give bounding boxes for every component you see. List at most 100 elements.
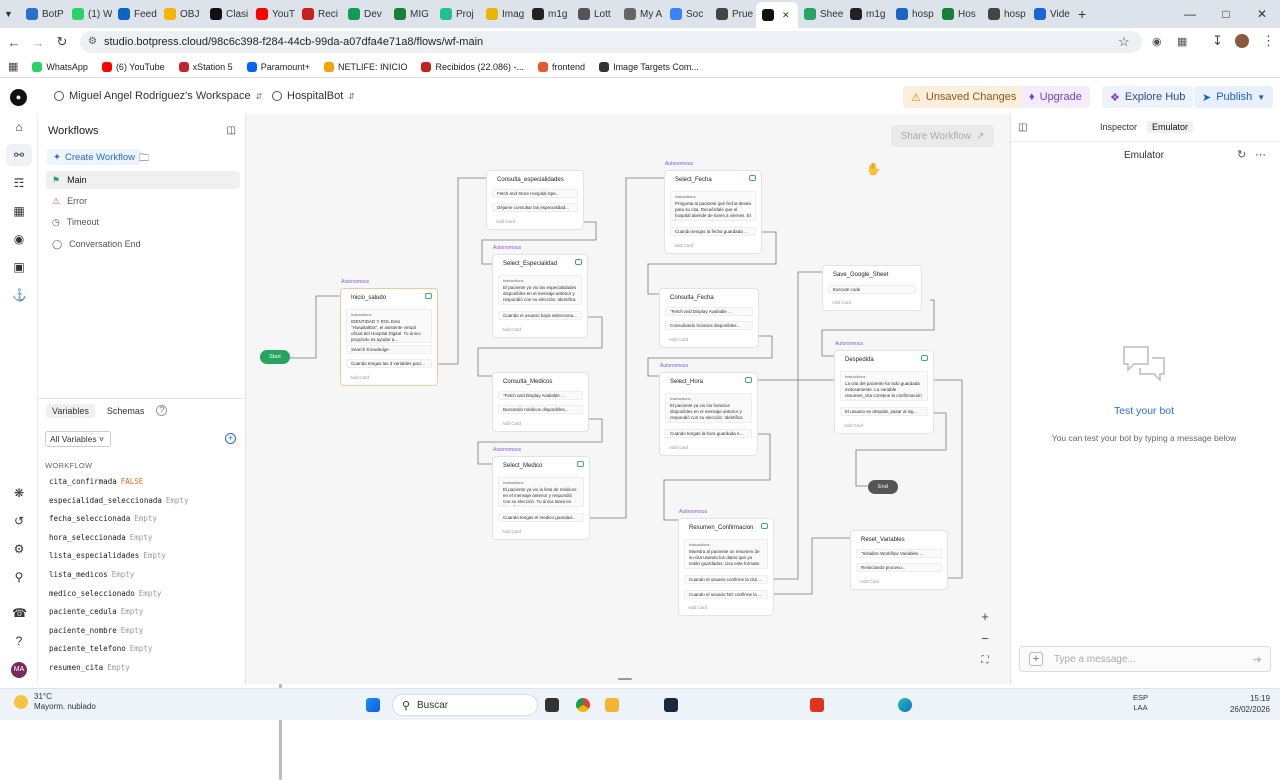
add-card-link[interactable]: Add Card — [502, 529, 521, 534]
browser-tab[interactable]: Dev — [342, 3, 388, 25]
variable-row[interactable]: lista_especialidades Empty — [49, 551, 166, 560]
browser-tab[interactable]: Shee — [798, 3, 844, 25]
browser-tab[interactable]: Hos — [936, 3, 982, 25]
task-view-icon[interactable] — [545, 698, 559, 712]
chrome-icon[interactable] — [576, 698, 590, 712]
browser-tab[interactable]: Prue — [710, 3, 756, 25]
node-card[interactable]: Fetch and Store Hospital Spe... — [492, 189, 578, 198]
node-card[interactable]: Déjame consultar las especialidad... — [492, 203, 578, 212]
add-card-link[interactable]: Add Card — [669, 337, 688, 342]
bot-integrations-icon[interactable]: ▣ — [12, 260, 26, 274]
add-card-link[interactable]: Add Card — [502, 421, 521, 426]
node-card[interactable]: Cuando tengas la fecha guardada ... — [670, 227, 756, 236]
flows-icon[interactable]: ⚯ — [6, 144, 32, 166]
browser-tab[interactable]: ✕ — [756, 2, 798, 28]
bookmark-item[interactable]: Recibidos (22.086) -... — [421, 61, 524, 72]
browser-tab[interactable]: m1g — [844, 3, 890, 25]
close-tab-icon[interactable]: ✕ — [782, 10, 790, 21]
anchor-icon[interactable]: ⚓ — [12, 288, 27, 302]
support-icon[interactable]: ☎ — [12, 606, 27, 620]
end-node[interactable]: End — [868, 480, 898, 494]
explore-hub-button[interactable]: ❖ Explore Hub — [1102, 86, 1194, 108]
bookmark-item[interactable]: (6) YouTube — [101, 61, 165, 72]
canvas-scrollbar[interactable] — [618, 678, 632, 680]
windows-start-icon[interactable] — [366, 698, 380, 712]
reload-icon[interactable]: ↻ — [50, 34, 74, 50]
browser-tab[interactable]: OBJ — [158, 3, 204, 25]
bookmark-star-icon[interactable]: ☆ — [1118, 34, 1130, 50]
browser-tab[interactable]: Imag — [480, 3, 526, 25]
browser-tab[interactable]: Vide — [1028, 3, 1074, 25]
node-reset-variables[interactable]: Reset_Variables "Initialize Workflow Var… — [850, 530, 948, 590]
send-arrow-icon[interactable]: ➜ — [1253, 653, 1262, 666]
variable-row[interactable]: resumen_cita Empty — [49, 663, 130, 672]
url-field[interactable]: ⚙ studio.botpress.cloud/98c6c398-f284-44… — [80, 31, 1142, 53]
node-card[interactable]: "Fetch and Display Available ... — [665, 307, 753, 316]
browser-tab[interactable]: hosp — [982, 3, 1028, 25]
new-folder-icon[interactable]: 🗀 — [139, 151, 149, 168]
node-card[interactable]: El usuario se despide, pasar al sig... — [840, 407, 928, 416]
zoom-in-button[interactable]: + — [976, 608, 994, 626]
node-card[interactable]: Cuando el usuario haya selecciona... — [498, 311, 582, 320]
help-icon[interactable]: ? — [156, 405, 168, 416]
browser-tab[interactable]: Lott — [572, 3, 618, 25]
apps-grid-icon[interactable]: ▦ — [8, 60, 18, 73]
bookmark-item[interactable]: NETLIFE: INICIO — [323, 61, 407, 72]
workflow-item-error[interactable]: ⚠ Error — [46, 192, 240, 210]
edge-icon[interactable] — [898, 698, 912, 712]
tab-search-icon[interactable]: ▼ — [4, 9, 20, 19]
node-save-google-sheet[interactable]: Save_Google_Sheet Execute code Add Card — [822, 265, 922, 311]
taskbar-search[interactable]: ⚲ Buscar — [392, 694, 538, 716]
minimize-icon[interactable]: — — [1172, 7, 1208, 21]
instructions-card[interactable]: Instructions El paciente ya vio las espec… — [498, 275, 582, 305]
variable-row[interactable]: cita_confirmada FALSE — [49, 477, 143, 486]
node-select-fecha[interactable]: Autonomous Select_Fecha Instructions Preg… — [664, 161, 762, 254]
extensions-icon[interactable]: ▦ — [1177, 35, 1187, 48]
panel-toggle-icon[interactable]: ◫ — [1018, 122, 1027, 133]
node-card[interactable]: Search Knowledge — [346, 345, 432, 354]
tab-emulator[interactable]: Emulator — [1147, 121, 1194, 133]
close-window-icon[interactable]: ✕ — [1244, 7, 1280, 21]
hub-icon[interactable]: ❋ — [12, 486, 26, 500]
workflow-item-main[interactable]: ⚑ Main — [46, 171, 240, 189]
app-icon[interactable] — [664, 698, 678, 712]
instructions-card[interactable]: Instructions Pregunta al paciente qué fec… — [670, 191, 756, 221]
instructions-card[interactable]: Instructions Muestra al paciente un resum… — [684, 539, 768, 569]
user-avatar[interactable]: MA — [11, 662, 27, 678]
settings-gear-icon[interactable]: ⚙ — [12, 542, 26, 556]
browser-tab[interactable]: (1) W — [66, 3, 112, 25]
tab-inspector[interactable]: Inspector — [1095, 121, 1142, 133]
node-card[interactable]: Consultando horarios disponibles... — [665, 321, 753, 330]
node-select-hora[interactable]: Autonomous Select_Hora Instructions El pa… — [659, 363, 758, 456]
add-card-link[interactable]: Add Card — [350, 375, 369, 380]
more-options-icon[interactable]: ⋯ — [1255, 148, 1266, 161]
add-card-link[interactable]: Add Card — [669, 445, 688, 450]
instructions-card[interactable]: Instructions El paciente ya vio los horar… — [665, 393, 752, 423]
agents-icon[interactable]: ◉ — [12, 232, 26, 246]
add-variable-icon[interactable]: + — [225, 433, 236, 444]
share-workflow-button[interactable]: Share Workflow ↗ — [891, 125, 994, 147]
node-resumen-confirmacion[interactable]: Autonomous Resumen_Confirmacion Instruct… — [678, 509, 774, 616]
browser-tab[interactable]: BotP — [20, 3, 66, 25]
bookmark-item[interactable]: Image Targets Com... — [599, 61, 699, 72]
profile-avatar[interactable] — [1235, 34, 1249, 48]
zoom-out-button[interactable]: − — [976, 630, 994, 648]
tab-variables[interactable]: Variables — [46, 403, 95, 418]
clock[interactable]: 15:19 26/02/2026 — [1230, 693, 1270, 715]
browser-tab[interactable]: Feed — [112, 3, 158, 25]
variable-row[interactable]: fecha_seleccionada Empty — [49, 514, 157, 523]
history-icon[interactable]: ↺ — [12, 514, 26, 528]
publish-button[interactable]: ➤ Publish ▼ — [1194, 86, 1274, 108]
site-info-icon[interactable]: ⚙ — [88, 36, 97, 47]
add-card-link[interactable]: Add Card — [688, 605, 707, 610]
browser-menu-icon[interactable]: ⋮ — [1262, 33, 1275, 49]
node-consulta-especialidades[interactable]: Consulta_especialidades Fetch and Store … — [486, 170, 584, 230]
help-icon[interactable]: ? — [12, 634, 26, 648]
node-card[interactable]: Execute code — [828, 285, 916, 294]
add-card-link[interactable]: Add Card — [674, 243, 693, 248]
browser-tab[interactable]: YouT — [250, 3, 296, 25]
maximize-icon[interactable]: □ — [1208, 7, 1244, 21]
upgrade-button[interactable]: ♦ Upgrade — [1021, 86, 1090, 108]
browser-tab[interactable]: hosp — [890, 3, 936, 25]
workspace-selector[interactable]: Miguel Angel Rodriguez's Workspace ⇵ — [54, 90, 262, 102]
